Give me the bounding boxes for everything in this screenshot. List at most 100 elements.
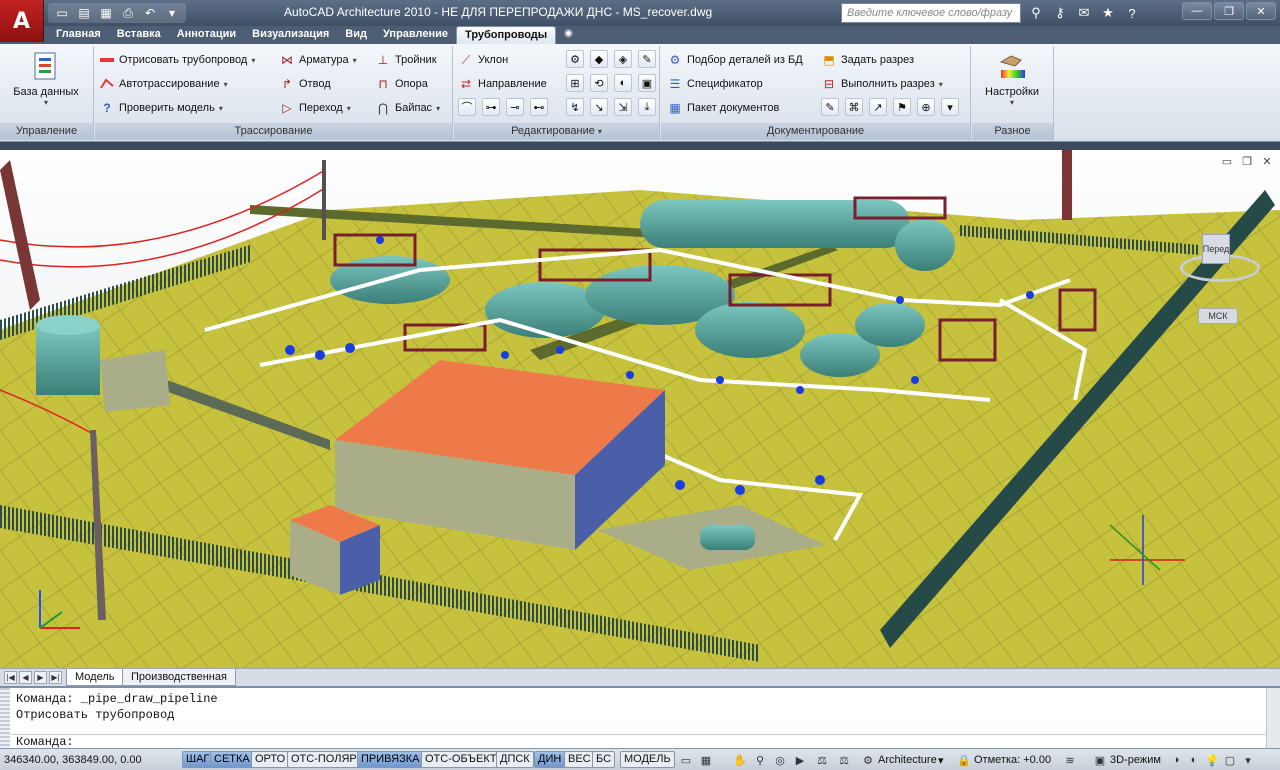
ribbon-minimize-icon[interactable]: ◉	[556, 26, 581, 44]
minimize-button[interactable]: —	[1182, 2, 1212, 20]
edit-tool-9-icon[interactable]: ⌒	[458, 98, 476, 116]
workspace-selector[interactable]: Architecture	[878, 754, 937, 766]
binoculars-icon[interactable]: ⚲	[1026, 3, 1046, 23]
edit-tool-12-icon[interactable]: ⊷	[530, 98, 548, 116]
transition-button[interactable]: ▷ Переход ▾	[279, 98, 350, 118]
direction-button[interactable]: ⇄ Направление	[458, 74, 547, 94]
edit-tool-2-icon[interactable]: ◆	[590, 50, 608, 68]
fittings-button[interactable]: ⋈ Арматура ▾	[279, 50, 357, 70]
select-parts-button[interactable]: ⚙ Подбор деталей из БД	[667, 50, 803, 70]
steering-wheel-icon[interactable]: ◎	[772, 752, 788, 768]
tab-pipelines[interactable]: Трубопроводы	[456, 26, 557, 44]
support-button[interactable]: ⊓ Опора	[375, 74, 428, 94]
tab-manage[interactable]: Управление	[375, 26, 456, 44]
toggle-polar[interactable]: ОТС-ПОЛЯР	[287, 751, 361, 768]
tab-model[interactable]: Модель	[66, 669, 124, 686]
viewcube[interactable]: Перед МСК	[1180, 230, 1260, 324]
application-menu-button[interactable]: A	[0, 0, 44, 42]
doc-package-button[interactable]: ▦ Пакет документов	[667, 98, 779, 118]
edit-tool-10-icon[interactable]: ⊶	[482, 98, 500, 116]
doc-tool-5-icon[interactable]: ⊕	[917, 98, 935, 116]
layer-icon[interactable]: ≋	[1062, 752, 1078, 768]
status-menu-icon[interactable]: ▾	[1240, 752, 1256, 768]
toggle-qp[interactable]: БС	[592, 751, 616, 768]
doc-tool-1-icon[interactable]: ✎	[821, 98, 839, 116]
first-layout-icon[interactable]: |◀	[4, 671, 17, 684]
tab-insert[interactable]: Вставка	[109, 26, 169, 44]
toggle-ortho[interactable]: ОРТО	[251, 751, 290, 768]
visual-style-icon[interactable]: ▣	[1092, 752, 1108, 768]
viewport-close-icon[interactable]: ✕	[1260, 154, 1274, 168]
maximize-button[interactable]: ❐	[1214, 2, 1244, 20]
zoom-icon[interactable]: ⚲	[752, 752, 768, 768]
make-section-button[interactable]: ⊟ Выполнить разрез ▾	[821, 74, 943, 94]
save-icon[interactable]: ▦	[96, 4, 116, 22]
annotation-visibility-icon[interactable]: ⚖	[836, 752, 852, 768]
tab-home[interactable]: Главная	[48, 26, 109, 44]
communication-center-icon[interactable]: ✉	[1074, 3, 1094, 23]
edit-tool-11-icon[interactable]: ⊸	[506, 98, 524, 116]
bypass-button[interactable]: ⋂ Байпас ▾	[375, 98, 440, 118]
workspace-gear-icon[interactable]: ⚙	[860, 752, 876, 768]
check-model-button[interactable]: ? Проверить модель ▾	[99, 98, 223, 118]
visual-mode-selector[interactable]: 3D-режим	[1110, 754, 1161, 766]
edit-tool-7-icon[interactable]: ◐	[614, 74, 632, 92]
workspace-dropdown-icon[interactable]: ▾	[938, 754, 944, 767]
specification-button[interactable]: ☰ Спецификатор	[667, 74, 763, 94]
elbow-button[interactable]: ↱ Отвод	[279, 74, 331, 94]
coordinates-readout[interactable]: 346340.00, 363849.00, 0.00	[4, 754, 142, 766]
toggle-grid[interactable]: СЕТКА	[210, 751, 254, 768]
quick-view-layouts-icon[interactable]: ▭	[678, 752, 694, 768]
edit-tool-3-icon[interactable]: ◈	[614, 50, 632, 68]
edit-tool-4-icon[interactable]: ✎	[638, 50, 656, 68]
settings-button[interactable]: Настройки ▾	[972, 50, 1052, 107]
toggle-snap[interactable]: ШАГ	[182, 751, 214, 768]
tab-visualize[interactable]: Визуализация	[244, 26, 337, 44]
search-input[interactable]: Введите ключевое слово/фразу	[841, 3, 1021, 23]
viewport-restore-icon[interactable]: ❐	[1240, 154, 1254, 168]
qat-dropdown-icon[interactable]: ▾	[162, 4, 182, 22]
clean-screen-icon[interactable]: ▢	[1222, 752, 1238, 768]
hardware-acceleration-icon[interactable]: ◐	[1186, 752, 1202, 768]
edit-tool-1-icon[interactable]: ⚙	[566, 50, 584, 68]
tab-annotate[interactable]: Аннотации	[169, 26, 244, 44]
open-folder-icon[interactable]: ▤	[74, 4, 94, 22]
lock-icon[interactable]: 🔒	[956, 752, 972, 768]
toggle-lineweight[interactable]: ВЕС	[564, 751, 595, 768]
tab-view[interactable]: Вид	[337, 26, 375, 44]
star-icon[interactable]: ★	[1098, 3, 1118, 23]
edit-tool-16-icon[interactable]: ⤓	[638, 98, 656, 116]
showmotion-icon[interactable]: ▶	[792, 752, 808, 768]
undo-icon[interactable]: ↶	[140, 4, 160, 22]
toggle-ducs[interactable]: ДПСК	[496, 751, 534, 768]
command-input[interactable]: Команда:	[10, 734, 1266, 749]
edit-tool-6-icon[interactable]: ⟲	[590, 74, 608, 92]
annotation-scale-icon[interactable]: ⚖	[814, 752, 830, 768]
bulb-icon[interactable]: 💡	[1204, 752, 1220, 768]
isolate-objects-icon[interactable]: ◑	[1168, 752, 1184, 768]
edit-tool-14-icon[interactable]: ↘	[590, 98, 608, 116]
quick-view-drawings-icon[interactable]: ▦	[698, 752, 714, 768]
viewcube-front-face[interactable]: Перед	[1202, 234, 1230, 264]
tee-button[interactable]: ⊥ Тройник	[375, 50, 437, 70]
edit-tool-13-icon[interactable]: ↯	[566, 98, 584, 116]
toggle-osnap[interactable]: ПРИВЯЗКА	[357, 751, 424, 768]
drawing-viewport[interactable]: ▭ ❐ ✕ Перед МСК	[0, 150, 1280, 668]
key-icon[interactable]: ⚷	[1050, 3, 1070, 23]
doc-tool-2-icon[interactable]: ⌘	[845, 98, 863, 116]
command-line-grip[interactable]	[0, 688, 10, 748]
command-line-scrollbar[interactable]	[1266, 688, 1280, 748]
close-button[interactable]: ✕	[1246, 2, 1276, 20]
viewport-minimize-icon[interactable]: ▭	[1220, 154, 1234, 168]
last-layout-icon[interactable]: ▶|	[49, 671, 62, 684]
toggle-otrack[interactable]: ОТС-ОБЪЕКТ	[421, 751, 501, 768]
wcs-menu-button[interactable]: МСК	[1198, 308, 1238, 324]
doc-tool-6-icon[interactable]: ▾	[941, 98, 959, 116]
tab-production-layout[interactable]: Производственная	[122, 669, 236, 686]
new-file-icon[interactable]: ▭	[52, 4, 72, 22]
autotrace-button[interactable]: Автотрассирование ▾	[99, 74, 228, 94]
database-button[interactable]: База данных ▾	[6, 50, 86, 107]
toggle-dyn[interactable]: ДИН	[534, 751, 566, 768]
slope-button[interactable]: ⟋ Уклон	[458, 50, 508, 70]
pan-icon[interactable]: ✋	[732, 752, 748, 768]
